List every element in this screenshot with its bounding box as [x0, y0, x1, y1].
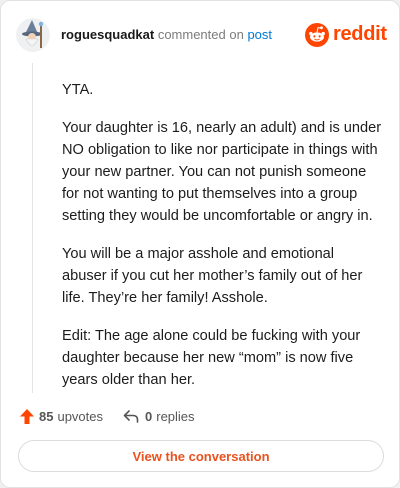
post-link[interactable]: post — [247, 27, 272, 42]
comment-body: YTA. Your daughter is 16, nearly an adul… — [62, 79, 382, 407]
reddit-logo[interactable]: reddit — [305, 21, 387, 49]
comment-actions: 85 upvotes 0 replies — [19, 406, 379, 426]
replies-button[interactable]: 0 replies — [123, 406, 195, 426]
comment-card: roguesquadkat commented on post reddit Y… — [0, 0, 400, 488]
upvote-button[interactable]: 85 upvotes — [19, 406, 103, 426]
username-link[interactable]: roguesquadkat — [61, 27, 154, 42]
thread-line — [32, 63, 33, 393]
reply-arrow-icon — [123, 410, 139, 423]
comment-meta: roguesquadkat commented on post — [61, 27, 272, 43]
comment-paragraph: Your daughter is 16, nearly an adult) an… — [62, 120, 382, 224]
comment-header: roguesquadkat commented on post reddit — [16, 18, 387, 54]
wizard-avatar-icon — [16, 18, 50, 52]
brand-wordmark: reddit — [333, 23, 387, 45]
reply-label: replies — [156, 408, 195, 424]
reply-count: 0 — [145, 408, 153, 424]
upvote-count: 85 — [39, 408, 54, 424]
upvote-label: upvotes — [57, 408, 104, 424]
comment-paragraph: YTA. — [62, 82, 94, 98]
action-text: commented on — [157, 27, 244, 42]
view-conversation-button[interactable]: View the conversation — [18, 440, 384, 472]
reddit-snoo-icon — [305, 23, 329, 47]
comment-paragraph: Edit: The age alone could be fucking wit… — [62, 328, 361, 388]
avatar[interactable] — [16, 18, 50, 52]
upvote-arrow-icon — [20, 408, 34, 424]
comment-paragraph: You will be a major asshole and emotiona… — [62, 246, 363, 306]
